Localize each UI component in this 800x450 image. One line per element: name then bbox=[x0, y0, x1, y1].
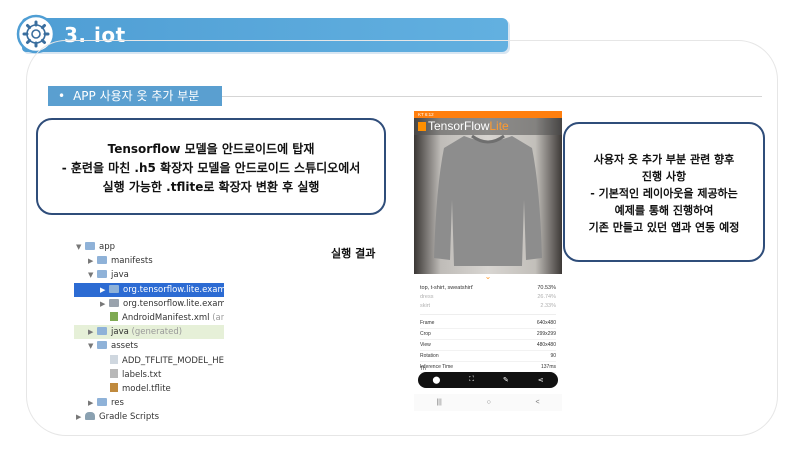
android-navbar: ||| ○ < bbox=[414, 394, 562, 411]
tree-item-java-generated[interactable]: ▶ java (generated) bbox=[74, 325, 224, 340]
tree-item-assets[interactable]: ▼ assets bbox=[74, 339, 224, 353]
edit-icon[interactable]: ✎ bbox=[503, 376, 509, 384]
chevron-right-icon[interactable]: ▶ bbox=[88, 325, 97, 339]
package-icon bbox=[109, 298, 119, 307]
callout-line: 사용자 옷 추가 부분 관련 향후 bbox=[593, 153, 735, 166]
chevron-down-icon[interactable]: ▼ bbox=[88, 339, 97, 353]
section-label: APP 사용자 옷 추가 부분 bbox=[73, 89, 200, 103]
future-plan-callout: 사용자 옷 추가 부분 관련 향후 진행 사항 - 기본적인 레이아웃을 제공하… bbox=[563, 122, 765, 262]
capture-icon[interactable]: ⬤ bbox=[432, 376, 440, 384]
callout-line: 실행 가능한 .tflite로 확장자 변환 후 실행 bbox=[102, 180, 320, 194]
tree-item-package-test[interactable]: ▶org.tensorflow.lite.examples.c bbox=[74, 297, 224, 311]
callout-line: 기존 만들고 있던 앱과 연동 예정 bbox=[588, 221, 740, 234]
folder-icon bbox=[97, 327, 107, 336]
callout-line: 예제를 통해 진행하여 bbox=[614, 204, 714, 217]
crop-icon[interactable]: ⛶ bbox=[469, 376, 474, 384]
sweatshirt-image bbox=[434, 134, 542, 266]
tflite-description-callout: Tensorflow 모델을 안드로이드에 탑재 - 훈련을 마친 .h5 확장… bbox=[36, 118, 386, 215]
model-file-icon bbox=[110, 382, 118, 392]
home-icon[interactable]: ○ bbox=[487, 399, 491, 406]
folder-icon bbox=[97, 270, 107, 279]
tree-item-manifest-file[interactable]: AndroidManifest.xml (androi bbox=[74, 311, 224, 325]
chevron-right-icon[interactable]: ▶ bbox=[100, 283, 109, 297]
bullet-icon: • bbox=[58, 89, 66, 103]
phone-screenshot: KT 6:12 TensorFlowLite ⌄ top, t-shirt, s… bbox=[414, 111, 562, 411]
screenshot-toolbar: ⬤ ⛶ ✎ ⋖ bbox=[418, 372, 558, 388]
callout-line: Tensorflow 모델을 안드로이드에 탑재 bbox=[107, 142, 315, 156]
folder-icon bbox=[97, 341, 107, 350]
tree-item-model[interactable]: model.tflite bbox=[74, 382, 224, 396]
result-row: dress 26.74% bbox=[420, 294, 556, 300]
chevron-right-icon[interactable]: ▶ bbox=[88, 396, 97, 410]
section-tab: • APP 사용자 옷 추가 부분 bbox=[48, 86, 222, 106]
chevron-right-icon[interactable]: ▶ bbox=[76, 410, 85, 424]
result-label: 실행 결과 bbox=[331, 247, 376, 260]
gradle-icon bbox=[85, 412, 95, 421]
package-icon bbox=[109, 284, 119, 293]
callout-line: - 기본적인 레이아웃을 제공하는 bbox=[590, 187, 738, 200]
result-row: top, t-shirt, sweatshirt' 70.53% bbox=[420, 285, 556, 291]
divider bbox=[420, 314, 556, 315]
share-icon[interactable]: ⋖ bbox=[538, 376, 544, 384]
tree-item-gradle[interactable]: ▶ Gradle Scripts bbox=[74, 410, 224, 424]
tree-item-app[interactable]: ▼ app bbox=[74, 240, 224, 254]
tree-item-res[interactable]: ▶ res bbox=[74, 396, 224, 410]
back-icon[interactable]: < bbox=[536, 399, 540, 406]
text-file-icon bbox=[110, 368, 118, 378]
info-row: Frame 640x480 bbox=[420, 318, 556, 329]
folder-icon bbox=[97, 398, 107, 407]
section-divider bbox=[222, 96, 762, 97]
chevron-down-icon[interactable]: ▼ bbox=[88, 268, 97, 282]
xml-file-icon bbox=[110, 311, 118, 321]
tree-item-java[interactable]: ▼ java bbox=[74, 268, 224, 282]
tree-item-labels[interactable]: labels.txt bbox=[74, 368, 224, 382]
info-row: Rotation 90 bbox=[420, 351, 556, 362]
chevron-right-icon[interactable]: ▶ bbox=[88, 254, 97, 268]
info-row: View 480x480 bbox=[420, 340, 556, 351]
result-row: skirt 2.33% bbox=[420, 303, 556, 309]
folder-icon bbox=[85, 242, 95, 250]
file-icon bbox=[110, 354, 118, 364]
status-bar: KT 6:12 bbox=[414, 111, 562, 118]
chevron-down-icon[interactable]: ⌄ bbox=[414, 273, 562, 282]
camera-preview: TensorFlowLite bbox=[414, 118, 562, 274]
callout-line: - 훈련을 마친 .h5 확장자 모델을 안드로이드 스튜디오에서 bbox=[61, 161, 361, 175]
tensorflow-lite-header: TensorFlowLite bbox=[414, 118, 562, 135]
folder-icon bbox=[97, 256, 107, 265]
project-file-tree: ▼ app ▶ manifests ▼ java ▶ org.tensorflow.li… bbox=[74, 240, 224, 422]
tree-item-package-main[interactable]: ▶org.tensorflow.lite.examples.c bbox=[74, 282, 224, 297]
tree-item-model-placeholder[interactable]: ADD_TFLITE_MODEL_HERE bbox=[74, 354, 224, 368]
chevron-right-icon[interactable]: ▶ bbox=[100, 297, 109, 311]
chevron-down-icon[interactable]: ▼ bbox=[76, 240, 85, 254]
recent-apps-icon[interactable]: ||| bbox=[436, 399, 441, 406]
tree-item-manifests[interactable]: ▶ manifests bbox=[74, 254, 224, 268]
info-row: Crop 299x299 bbox=[420, 329, 556, 340]
callout-line: 진행 사항 bbox=[641, 170, 687, 183]
tensorflow-logo-icon bbox=[418, 122, 426, 131]
classification-results: top, t-shirt, sweatshirt' 70.53% dress 26.… bbox=[414, 282, 562, 373]
